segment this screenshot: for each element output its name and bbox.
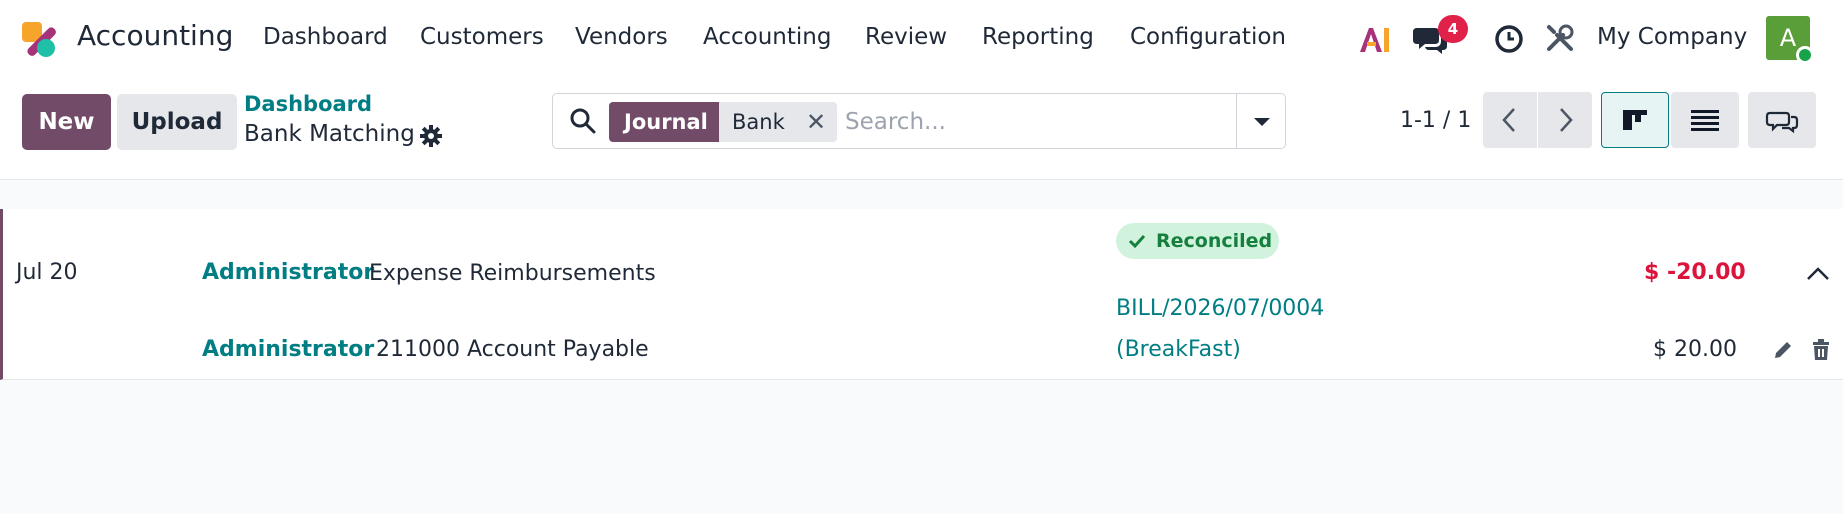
menu-accounting[interactable]: Accounting [703,24,831,50]
pager-next-button[interactable] [1538,92,1592,148]
menu-dashboard[interactable]: Dashboard [263,24,388,50]
menu-reporting[interactable]: Reporting [982,24,1094,50]
statement-line-card[interactable]: Jul 20 Administrator Expense Reimburseme… [0,209,1843,380]
counterpart-account: 211000 Account Payable [376,337,649,362]
reconciled-status-badge: Reconciled [1116,223,1279,259]
pencil-icon[interactable] [1771,338,1795,362]
trash-icon[interactable] [1809,338,1833,362]
pager-value[interactable]: 1-1 / 1 [1400,108,1471,133]
breadcrumb-current: Bank Matching [244,121,415,147]
counterpart-reference-note[interactable]: (BreakFast) [1116,337,1241,362]
clock-icon[interactable] [1494,24,1524,54]
statement-partner-link[interactable]: Administrator [202,260,374,285]
control-panel: New Upload Dashboard Bank Matching Journ… [0,78,1843,180]
menu-customers[interactable]: Customers [420,24,544,50]
search-options-toggle[interactable] [1236,94,1286,148]
new-button[interactable]: New [22,94,111,150]
kanban-view-button[interactable] [1601,92,1669,148]
kanban-icon [1623,110,1647,130]
menu-vendors[interactable]: Vendors [575,24,668,50]
accounting-app-icon[interactable] [20,20,60,60]
search-facet-label: Journal [609,102,723,142]
chevron-left-icon [1502,108,1515,132]
company-switcher[interactable]: My Company [1597,24,1747,50]
chevron-right-icon [1560,108,1573,132]
list-icon [1691,110,1719,131]
chatter-toggle-button[interactable] [1748,92,1816,148]
top-navbar: Accounting Dashboard Customers Vendors A… [0,0,1843,78]
caret-down-icon [1254,118,1270,126]
list-view-button[interactable] [1671,92,1739,148]
menu-configuration[interactable]: Configuration [1130,24,1286,50]
remove-facet-icon[interactable]: ✕ [801,102,831,142]
menu-review[interactable]: Review [865,24,947,50]
counterpart-amount: $ 20.00 [1653,337,1737,362]
ai-icon[interactable] [1358,24,1392,54]
statement-amount: $ -20.00 [1644,260,1746,285]
chevron-up-icon[interactable] [1806,261,1830,285]
tools-icon[interactable] [1545,23,1575,53]
search-input[interactable] [845,102,1285,142]
bank-matching-area: Jul 20 Administrator Expense Reimburseme… [0,181,1843,514]
search-icon[interactable] [569,107,597,135]
counterpart-reference-link[interactable]: BILL/2026/07/0004 [1116,296,1324,321]
app-name[interactable]: Accounting [77,19,233,52]
counterpart-partner-link[interactable]: Administrator [202,337,374,362]
gear-icon[interactable] [420,125,442,147]
check-icon [1128,234,1146,249]
messages-badge: 4 [1438,15,1468,43]
statement-date: Jul 20 [16,260,78,285]
statement-label: Expense Reimbursements [369,261,656,286]
upload-button[interactable]: Upload [117,94,237,150]
breadcrumb-dashboard-link[interactable]: Dashboard [244,92,372,116]
search-bar: Journal Bank ✕ [552,93,1286,149]
pager-previous-button[interactable] [1483,92,1537,148]
comments-icon [1765,111,1799,134]
online-status-indicator [1796,46,1814,64]
status-text: Reconciled [1156,230,1273,252]
